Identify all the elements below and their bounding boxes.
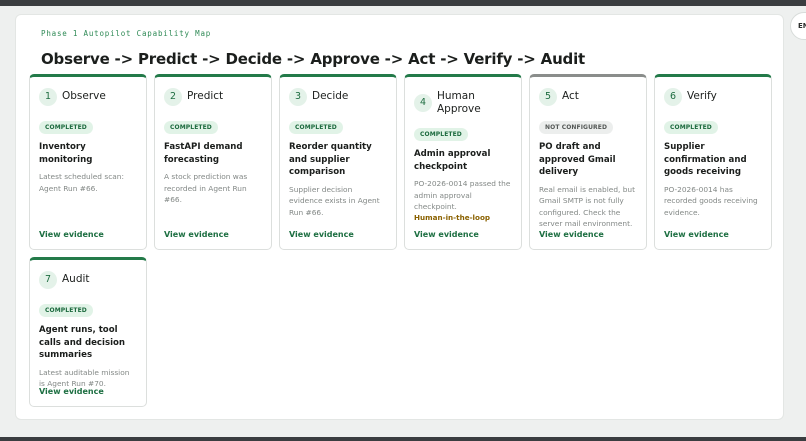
view-evidence-link[interactable]: View evidence [539,230,604,239]
view-evidence-link[interactable]: View evidence [39,387,104,396]
step-card-observe: 1 Observe COMPLETED Inventory monitoring… [29,74,147,250]
card-description: PO-2026-0014 has recorded goods receivin… [664,184,758,217]
status-badge: COMPLETED [39,304,93,317]
card-heading: Reorder quantity and supplier comparison [289,142,372,177]
card-heading: Inventory monitoring [39,142,93,165]
view-evidence-link[interactable]: View evidence [164,230,229,239]
card-description: Real email is enabled, but Gmail SMTP is… [539,184,635,229]
status-badge: NOT CONFIGURED [539,121,614,134]
step-number: 7 [39,271,57,289]
step-title: Predict [187,90,224,102]
status-badge: COMPLETED [289,121,343,134]
view-evidence-link[interactable]: View evidence [414,230,479,239]
card-header: 3 Decide [289,88,387,114]
step-title: Human Approve [437,90,481,115]
step-card-decide: 3 Decide COMPLETED Reorder quantity and … [279,74,397,250]
card-heading: FastAPI demand forecasting [164,142,243,165]
section-eyebrow: Phase 1 Autopilot Capability Map [41,29,212,38]
window-top-bar [0,0,806,6]
step-card-verify: 6 Verify COMPLETED Supplier confirmation… [654,74,772,250]
step-title: Verify [687,90,717,102]
card-heading: Agent runs, tool calls and decision summ… [39,325,126,360]
view-evidence-link[interactable]: View evidence [664,230,729,239]
card-heading: Supplier confirmation and goods receivin… [664,142,747,177]
view-evidence-link[interactable]: View evidence [289,230,354,239]
step-number: 3 [289,88,307,106]
language-toggle[interactable]: EN [790,12,806,40]
card-header: 2 Predict [164,88,262,114]
card-description: Supplier decision evidence exists in Age… [289,184,380,217]
card-heading: PO draft and approved Gmail delivery [539,142,616,177]
step-number: 2 [164,88,182,106]
view-evidence-link[interactable]: View evidence [39,230,104,239]
card-header: 1 Observe [39,88,137,114]
card-header: 7 Audit [39,271,137,297]
step-number: 4 [414,94,432,112]
step-card-act: 5 Act NOT CONFIGURED PO draft and approv… [529,74,647,250]
card-heading: Admin approval checkpoint [414,149,491,172]
step-title: Observe [62,90,106,102]
step-number: 5 [539,88,557,106]
step-number: 1 [39,88,57,106]
card-header: 4 Human Approve [414,88,512,121]
card-header: 5 Act [539,88,637,114]
step-title: Decide [312,90,349,102]
step-title: Act [562,90,579,102]
card-description: Latest scheduled scan: Agent Run #66. [39,172,124,193]
step-card-predict: 2 Predict COMPLETED FastAPI demand forec… [154,74,272,250]
card-description: A stock prediction was recorded in Agent… [164,172,248,204]
human-in-the-loop-tag: Human-in-the-loop [414,213,491,222]
status-badge: COMPLETED [664,121,718,134]
step-title: Audit [62,273,90,285]
status-badge: COMPLETED [414,128,468,141]
window-bottom-bar [0,437,806,441]
page-title: Observe -> Predict -> Decide -> Approve … [41,50,585,68]
step-card-audit: 7 Audit COMPLETED Agent runs, tool calls… [29,257,147,407]
status-badge: COMPLETED [164,121,218,134]
card-description: PO-2026-0014 passed the admin approval c… [414,179,511,211]
step-card-human-approve: 4 Human Approve COMPLETED Admin approval… [404,74,522,250]
card-header: 6 Verify [664,88,762,114]
step-number: 6 [664,88,682,106]
status-badge: COMPLETED [39,121,93,134]
